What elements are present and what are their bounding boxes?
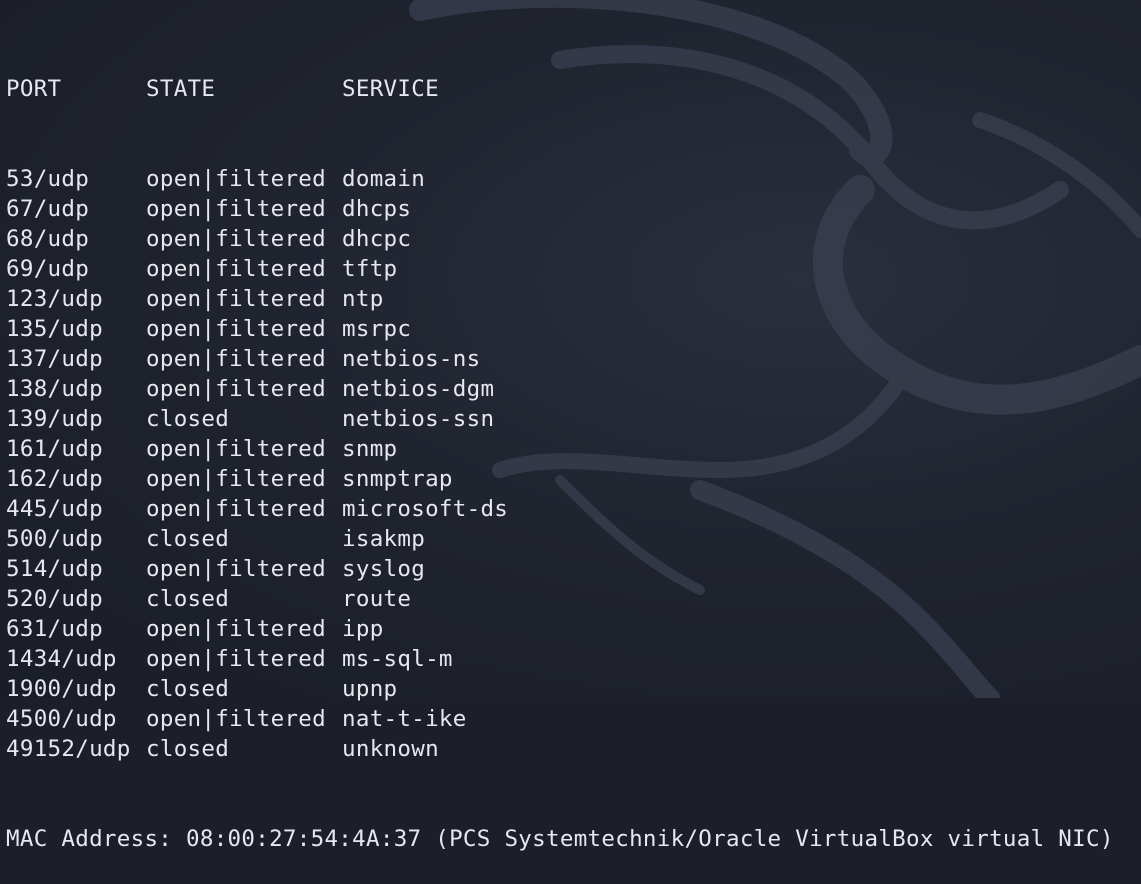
cell-port: 631/udp xyxy=(6,616,103,642)
cell-state: open|filtered xyxy=(146,466,326,492)
cell-state: open|filtered xyxy=(146,226,326,252)
table-row: 68/udp open|filtered dhcpc xyxy=(6,224,1114,254)
column-header-service: SERVICE xyxy=(342,76,439,102)
cell-state: open|filtered xyxy=(146,256,326,282)
cell-service: msrpc xyxy=(342,316,412,342)
cell-service: ms-sql-m xyxy=(342,646,453,672)
table-row: 138/udp open|filtered netbios-dgm xyxy=(6,374,1114,404)
column-header-port: PORT xyxy=(6,76,62,102)
table-row: 445/udp open|filtered microsoft-ds xyxy=(6,494,1114,524)
cell-service: snmptrap xyxy=(342,466,453,492)
table-row: 1900/udp closed upnp xyxy=(6,674,1114,704)
cell-port: 161/udp xyxy=(6,436,103,462)
cell-port: 69/udp xyxy=(6,256,90,282)
cell-port: 68/udp xyxy=(6,226,90,252)
cell-port: 1434/udp xyxy=(6,646,117,672)
cell-service: dhcps xyxy=(342,196,412,222)
cell-port: 514/udp xyxy=(6,556,103,582)
cell-service: microsoft-ds xyxy=(342,496,509,522)
cell-state: open|filtered xyxy=(146,316,326,342)
terminal-output: PORT STATE SERVICE 53/udp open|filtered doma… xyxy=(6,14,1114,884)
table-row: 520/udp closed route xyxy=(6,584,1114,614)
table-row: 67/udp open|filtered dhcps xyxy=(6,194,1114,224)
cell-state: open|filtered xyxy=(146,376,326,402)
mac-address-line: MAC Address: 08:00:27:54:4A:37 (PCS Syst… xyxy=(6,826,1114,852)
cell-state: closed xyxy=(146,406,230,432)
cell-port: 67/udp xyxy=(6,196,90,222)
table-row: 4500/udp open|filtered nat-t-ike xyxy=(6,704,1114,734)
table-row: 137/udp open|filtered netbios-ns xyxy=(6,344,1114,374)
cell-service: domain xyxy=(342,166,426,192)
cell-service: syslog xyxy=(342,556,426,582)
cell-service: netbios-ns xyxy=(342,346,481,372)
cell-service: upnp xyxy=(342,676,398,702)
cell-state: open|filtered xyxy=(146,496,326,522)
table-row: 161/udp open|filtered snmp xyxy=(6,434,1114,464)
table-row: 1434/udp open|filtered ms-sql-m xyxy=(6,644,1114,674)
table-row: 135/udp open|filtered msrpc xyxy=(6,314,1114,344)
table-row: 162/udp open|filtered snmptrap xyxy=(6,464,1114,494)
cell-state: open|filtered xyxy=(146,346,326,372)
cell-port: 520/udp xyxy=(6,586,103,612)
cell-service: route xyxy=(342,586,412,612)
cell-port: 138/udp xyxy=(6,376,103,402)
cell-state: closed xyxy=(146,526,230,552)
cell-service: unknown xyxy=(342,736,439,762)
cell-service: isakmp xyxy=(342,526,426,552)
cell-state: open|filtered xyxy=(146,556,326,582)
cell-state: open|filtered xyxy=(146,616,326,642)
cell-state: closed xyxy=(146,676,230,702)
cell-service: ntp xyxy=(342,286,384,312)
cell-port: 135/udp xyxy=(6,316,103,342)
cell-state: open|filtered xyxy=(146,286,326,312)
table-row: 631/udp open|filtered ipp xyxy=(6,614,1114,644)
cell-service: ipp xyxy=(342,616,384,642)
cell-state: open|filtered xyxy=(146,196,326,222)
cell-state: open|filtered xyxy=(146,706,326,732)
cell-state: open|filtered xyxy=(146,436,326,462)
cell-port: 139/udp xyxy=(6,406,103,432)
cell-service: dhcpc xyxy=(342,226,412,252)
cell-port: 123/udp xyxy=(6,286,103,312)
cell-state: open|filtered xyxy=(146,646,326,672)
cell-port: 4500/udp xyxy=(6,706,117,732)
cell-port: 137/udp xyxy=(6,346,103,372)
table-row: 514/udp open|filtered syslog xyxy=(6,554,1114,584)
table-row: 53/udp open|filtered domain xyxy=(6,164,1114,194)
table-row: 123/udp open|filtered ntp xyxy=(6,284,1114,314)
table-row: 69/udp open|filtered tftp xyxy=(6,254,1114,284)
cell-service: snmp xyxy=(342,436,398,462)
cell-port: 500/udp xyxy=(6,526,103,552)
table-row: 49152/udp closed unknown xyxy=(6,734,1114,764)
table-row: 500/udp closed isakmp xyxy=(6,524,1114,554)
port-table: 53/udp open|filtered domain 67/udp open|filt… xyxy=(6,164,1114,764)
table-row: 139/udp closed netbios-ssn xyxy=(6,404,1114,434)
cell-service: netbios-dgm xyxy=(342,376,495,402)
cell-port: 49152/udp xyxy=(6,736,131,762)
cell-state: closed xyxy=(146,586,230,612)
column-header-state: STATE xyxy=(146,76,216,102)
cell-service: nat-t-ike xyxy=(342,706,467,732)
cell-port: 53/udp xyxy=(6,166,90,192)
cell-port: 162/udp xyxy=(6,466,103,492)
table-header: PORT STATE SERVICE xyxy=(6,74,1114,104)
cell-service: tftp xyxy=(342,256,398,282)
cell-port: 445/udp xyxy=(6,496,103,522)
cell-port: 1900/udp xyxy=(6,676,117,702)
cell-state: open|filtered xyxy=(146,166,326,192)
cell-service: netbios-ssn xyxy=(342,406,495,432)
cell-state: closed xyxy=(146,736,230,762)
